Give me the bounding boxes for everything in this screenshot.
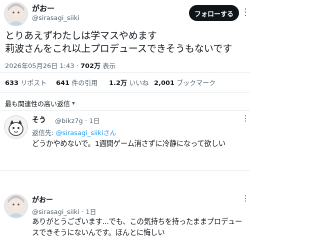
avatar[interactable]	[4, 194, 28, 218]
post-stats: 633 リポスト 641 件の引用 1.2万 いいね 2,001 ブックマーク	[5, 77, 245, 89]
more-icon[interactable]: ⋮	[241, 114, 250, 124]
post-meta: 2026年05月26日 1:43 · 702万 表示	[5, 62, 116, 70]
stat-reposts[interactable]: 633 リポスト	[5, 77, 47, 87]
reply-author-meta: @bikz7g · 1日	[55, 117, 100, 125]
stat-count: 633	[5, 79, 19, 87]
stat-quotes[interactable]: 641 件の引用	[56, 77, 98, 87]
reply-to-prefix: 返信先:	[32, 129, 54, 137]
reply-time[interactable]: 1日	[86, 208, 97, 216]
stat-count: 641	[56, 79, 70, 87]
stat-likes[interactable]: 1.2万 いいね	[109, 77, 149, 87]
post-text-line: 莉波さんをこれ以上プロデュースできそうもないです	[5, 44, 233, 55]
reply-time[interactable]: 1日	[89, 117, 100, 125]
reply-to-mention[interactable]: @sirasagi_siiki	[56, 129, 103, 137]
replies-sort-dropdown[interactable]: 最も関連性の高い返信 ▾	[5, 98, 76, 109]
views-count: 702万	[80, 62, 101, 70]
stat-label: リポスト	[20, 79, 47, 87]
stat-count: 1.2万	[109, 79, 128, 87]
divider	[0, 110, 250, 111]
author-name[interactable]: がおー	[32, 3, 55, 14]
stat-count: 2,001	[154, 79, 175, 87]
post-text-line: とりあえずわたしは学マスやめます	[5, 31, 157, 42]
reply-author-handle[interactable]: @sirasagi_siiki	[32, 208, 79, 216]
post-datetime[interactable]: 2026年05月26日 1:43	[5, 62, 74, 70]
post-detail-page: がおー @sirasagi_siiki フォローする ⋮ とりあえずわたしは学マ…	[0, 0, 250, 249]
reply-author-name[interactable]: がおー	[32, 195, 53, 205]
divider	[0, 72, 250, 73]
reply-author-name[interactable]: そう	[32, 115, 46, 125]
stat-label: いいね	[129, 79, 149, 87]
follow-button[interactable]: フォローする	[189, 5, 239, 21]
reply-text-line: スできそうにないんです。ほんとに悔しい	[32, 228, 165, 237]
more-icon[interactable]: ⋮	[241, 6, 250, 20]
reply-to-suffix: さん	[103, 129, 117, 137]
post-header: がおー @sirasagi_siiki フォローする ⋮	[0, 0, 250, 28]
divider	[0, 92, 250, 93]
reply-item[interactable]: がおー @sirasagi_siiki · 1日 ⋮ ありがとうございます...…	[0, 172, 250, 249]
reply-author-handle[interactable]: @bikz7g	[55, 117, 83, 125]
stat-label: ブックマーク	[176, 79, 216, 87]
reply-item[interactable]: そう @bikz7g · 1日 ⋮ 返信先: @sirasagi_siikiさん…	[0, 112, 250, 169]
views-label: 表示	[102, 62, 116, 70]
more-icon[interactable]: ⋮	[241, 194, 250, 204]
stat-bookmarks[interactable]: 2,001 ブックマーク	[154, 77, 216, 87]
author-handle[interactable]: @sirasagi_siiki	[32, 14, 79, 22]
reply-text-line: ありがとうございます...でも、この気持ちを持ったままプロデュー	[32, 217, 243, 226]
reply-text-line: どうかやめないで。1週間ゲーム消さずに冷静になって欲しい	[32, 139, 226, 148]
reply-to-line: 返信先: @sirasagi_siikiさん	[32, 127, 116, 137]
avatar[interactable]	[4, 2, 28, 26]
divider	[0, 170, 250, 171]
chevron-down-icon: ▾	[72, 99, 76, 107]
stat-label: 件の引用	[71, 79, 98, 87]
replies-sort-label: 最も関連性の高い返信	[5, 100, 70, 108]
avatar[interactable]	[4, 115, 28, 139]
reply-author-meta: @sirasagi_siiki · 1日	[32, 208, 97, 216]
